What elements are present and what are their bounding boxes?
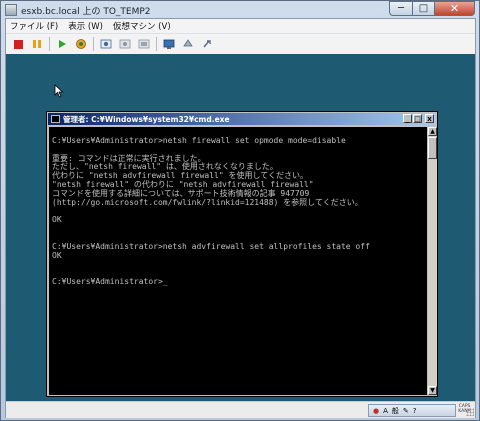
- usb-button[interactable]: [200, 37, 214, 51]
- cmd-window-controls: _ □ x: [402, 114, 434, 123]
- stop-icon: [13, 39, 23, 49]
- cmd-window: 管理者: C:¥Windows¥system32¥cmd.exe _ □ x C…: [46, 111, 438, 397]
- snapshot-icon: [100, 39, 112, 49]
- cmd-minimize-button[interactable]: _: [403, 114, 412, 123]
- pause-icon: [33, 40, 41, 48]
- vm-console-icon: [5, 4, 17, 16]
- console-line: OK: [52, 215, 62, 225]
- toolbar-separator: [49, 37, 50, 51]
- console-line: 代わりに "netsh advfirewall firewall" を使用してく…: [52, 171, 309, 181]
- console-icon: [163, 39, 175, 49]
- cmd-close-button[interactable]: x: [425, 114, 434, 123]
- maximize-button[interactable]: □: [413, 1, 435, 16]
- console-button[interactable]: [162, 37, 176, 51]
- network-button[interactable]: [181, 37, 195, 51]
- ime-language-bar[interactable]: ● A 般 ✎ ?: [368, 404, 456, 417]
- manage-snapshot-button[interactable]: [137, 37, 151, 51]
- console-line: C:¥Users¥Administrator>: [52, 277, 163, 287]
- console-line: "netsh firewall" の代わりに "netsh advfirewal…: [52, 180, 314, 190]
- scroll-thumb[interactable]: [428, 137, 437, 159]
- play-button[interactable]: [55, 37, 69, 51]
- menu-vm[interactable]: 仮想マシン (V): [113, 20, 171, 32]
- reset-icon: [76, 39, 86, 49]
- toolbar-separator: [156, 37, 157, 51]
- scroll-down-arrow-icon[interactable]: ▼: [428, 386, 437, 395]
- console-line: C:¥Users¥Administrator>netsh advfirewall…: [52, 241, 370, 251]
- scroll-up-arrow-icon[interactable]: ▲: [428, 127, 437, 136]
- toolbar: [6, 33, 475, 55]
- pause-button[interactable]: [30, 37, 44, 51]
- cmd-console-output[interactable]: C:¥Users¥Administrator>netsh firewall se…: [49, 127, 427, 395]
- cmd-title: 管理者: C:¥Windows¥system32¥cmd.exe: [63, 114, 230, 124]
- snapshot-button[interactable]: [99, 37, 113, 51]
- console-line: コマンドを使用する詳細については、サポート技術情報の記事 947709: [52, 188, 310, 198]
- window-titlebar[interactable]: esxb.bc.local 上の TO_TEMP2 ─ □ ✕: [1, 1, 479, 19]
- resize-grip[interactable]: [466, 408, 474, 416]
- ime-help-icon[interactable]: ?: [413, 407, 417, 415]
- menu-file[interactable]: ファイル (F): [10, 20, 58, 32]
- menu-view[interactable]: 表示 (W): [68, 20, 103, 32]
- ime-input-mode[interactable]: A: [383, 407, 388, 415]
- console-line: (http://go.microsoft.com/fwlink/?linkid=…: [52, 197, 363, 207]
- manage-snapshot-icon: [138, 39, 150, 49]
- toolbar-separator: [93, 37, 94, 51]
- cmd-maximize-button[interactable]: □: [413, 114, 422, 123]
- minimize-button[interactable]: ─: [389, 1, 413, 16]
- vm-console-window: esxb.bc.local 上の TO_TEMP2 ─ □ ✕ ファイル (F)…: [0, 0, 480, 421]
- mouse-pointer-icon: [54, 84, 64, 98]
- ime-pad-icon[interactable]: ✎: [403, 407, 409, 415]
- console-line: C:¥Users¥Administrator>netsh firewall se…: [52, 135, 346, 145]
- ime-logo-icon: ●: [373, 406, 380, 415]
- revert-snapshot-button[interactable]: [118, 37, 132, 51]
- usb-icon: [203, 40, 211, 48]
- play-icon: [59, 40, 66, 48]
- window-title: esxb.bc.local 上の TO_TEMP2: [21, 6, 151, 17]
- revert-snapshot-icon: [119, 39, 131, 49]
- vm-client-area: ファイル (F) 表示 (W) 仮想マシン (V) 管理者: C:¥Window…: [5, 18, 476, 418]
- statusbar: ● A 般 ✎ ? CAPS KANA: [6, 401, 475, 418]
- console-line: OK: [52, 250, 62, 260]
- guest-desktop[interactable]: 管理者: C:¥Windows¥system32¥cmd.exe _ □ x C…: [6, 54, 475, 401]
- stop-button[interactable]: [11, 37, 25, 51]
- console-text: C:¥Users¥Administrator>netsh firewall se…: [49, 127, 427, 288]
- menubar: ファイル (F) 表示 (W) 仮想マシン (V): [6, 19, 475, 33]
- cmd-icon: [51, 115, 60, 123]
- cmd-titlebar[interactable]: 管理者: C:¥Windows¥system32¥cmd.exe _ □ x: [48, 113, 436, 125]
- close-button[interactable]: ✕: [435, 1, 475, 16]
- window-controls: ─ □ ✕: [389, 1, 475, 17]
- text-cursor: _: [162, 277, 168, 287]
- ime-kanji-mode[interactable]: 般: [392, 406, 399, 416]
- cmd-scrollbar[interactable]: ▲ ▼: [428, 127, 437, 395]
- network-icon: [183, 39, 193, 47]
- reset-button[interactable]: [74, 37, 88, 51]
